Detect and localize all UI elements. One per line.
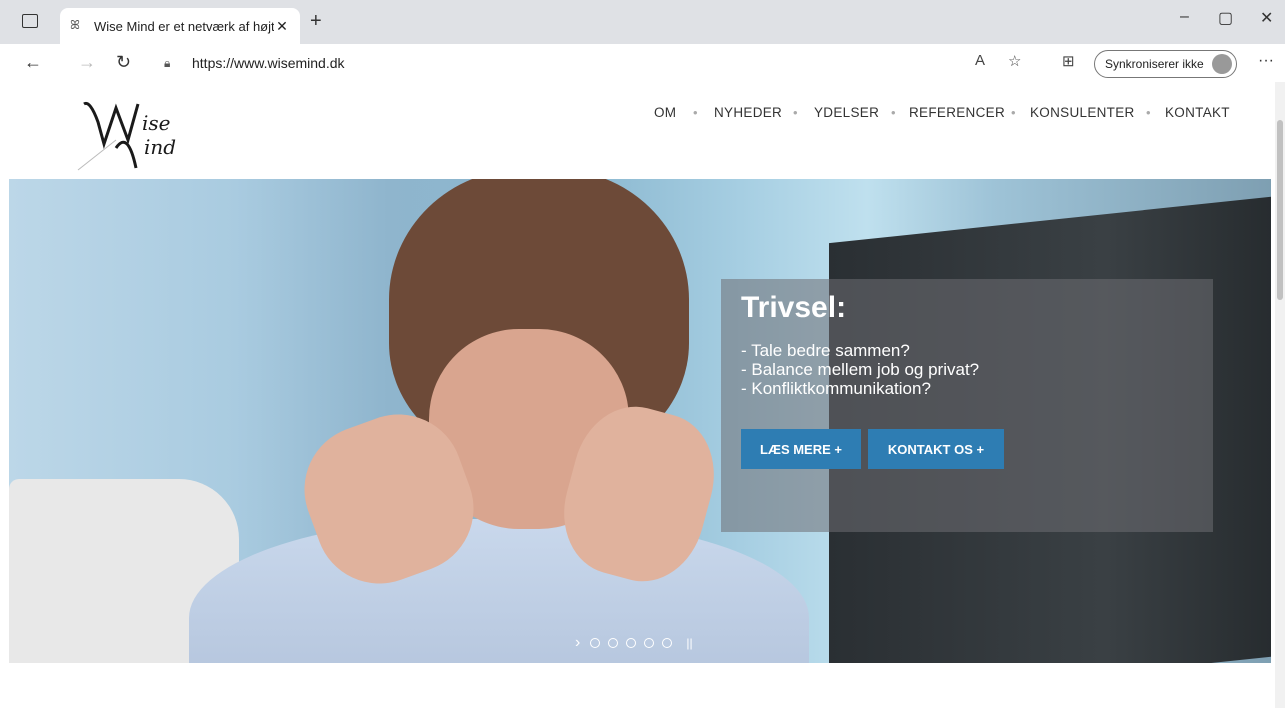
menu-separator: •	[793, 105, 798, 120]
site-logo[interactable]: ise ind	[76, 90, 186, 174]
svg-text:ind: ind	[144, 135, 176, 159]
address-bar-row: ← → ↻ 🔒︎ https://www.wisemind.dk A ☆ ⊞ S…	[0, 44, 1285, 83]
read-more-button[interactable]: LÆS MERE +	[741, 429, 861, 469]
slide-dot[interactable]	[626, 638, 637, 648]
hero-lines: - Tale bedre sammen? - Balance mellem jo…	[741, 341, 979, 398]
sync-button[interactable]: Synkroniserer ikke	[1094, 50, 1237, 78]
scrollbar-thumb[interactable]	[1277, 120, 1283, 300]
more-options-icon[interactable]: ···	[1258, 52, 1274, 70]
hero-image-person	[189, 519, 809, 663]
close-window-icon[interactable]: ✕	[1260, 8, 1273, 28]
menu-item-referencer[interactable]: REFERENCER	[909, 105, 1005, 120]
contact-us-button[interactable]: KONTAKT OS +	[868, 429, 1004, 469]
menu-separator: •	[1011, 105, 1016, 120]
hero-line: - Konfliktkommunikation?	[741, 379, 931, 398]
forward-icon[interactable]: →	[78, 52, 96, 73]
pause-icon[interactable]: ||	[686, 636, 692, 650]
collections-icon[interactable]: ⊞	[1062, 52, 1075, 70]
next-slide-icon[interactable]: ›	[575, 634, 580, 652]
menu-separator: •	[1146, 105, 1151, 120]
hero-slider: Trivsel: - Tale bedre sammen? - Balance …	[9, 179, 1271, 663]
browser-tab[interactable]: ꕤ Wise Mind er et netværk af højtu ✕	[60, 8, 300, 44]
hero-line: - Tale bedre sammen?	[741, 341, 910, 360]
minimize-icon[interactable]: –	[1180, 8, 1189, 26]
menu-item-nyheder[interactable]: NYHEDER	[714, 105, 782, 120]
menu-item-kontakt[interactable]: KONTAKT	[1165, 105, 1230, 120]
url-text: https://www.wisemind.dk	[192, 55, 345, 71]
slider-pagination: › ||	[575, 634, 693, 652]
site-favicon-icon: ꕤ	[70, 18, 80, 32]
favorite-icon[interactable]: ☆	[1008, 52, 1021, 70]
slide-dot[interactable]	[662, 638, 673, 648]
hero-line: - Balance mellem job og privat?	[741, 360, 980, 379]
hero-title: Trivsel:	[741, 291, 847, 324]
browser-tab-bar: ꕤ Wise Mind er et netværk af højtu ✕ + –…	[0, 0, 1285, 44]
profile-avatar	[1211, 54, 1232, 74]
new-tab-icon[interactable]: +	[310, 10, 322, 33]
menu-item-konsulenter[interactable]: KONSULENTER	[1030, 105, 1135, 120]
close-tab-icon[interactable]: ✕	[274, 18, 290, 35]
read-aloud-icon[interactable]: A	[975, 52, 985, 69]
sync-label: Synkroniserer ikke	[1105, 57, 1204, 71]
tab-title: Wise Mind er et netværk af højtu	[94, 18, 274, 34]
lock-icon: 🔒︎	[164, 55, 171, 70]
hero-caption-box: Trivsel: - Tale bedre sammen? - Balance …	[721, 279, 1213, 532]
slide-dot[interactable]	[644, 638, 655, 648]
menu-item-ydelser[interactable]: YDELSER	[814, 105, 879, 120]
refresh-icon[interactable]: ↻	[116, 52, 131, 73]
tab-actions-icon[interactable]	[22, 14, 38, 28]
slide-dot[interactable]	[590, 638, 601, 648]
main-menu: OM • NYHEDER • YDELSER • REFERENCER • KO…	[0, 105, 1285, 125]
back-icon[interactable]: ←	[24, 52, 42, 73]
page-scrollbar[interactable]	[1275, 82, 1285, 708]
restore-icon[interactable]: ▢	[1218, 8, 1233, 28]
slide-dot[interactable]	[608, 638, 619, 648]
site-header: ise ind OM • NYHEDER • YDELSER • REFEREN…	[0, 82, 1285, 179]
menu-item-om[interactable]: OM	[654, 105, 676, 120]
url-field[interactable]: 🔒︎ https://www.wisemind.dk	[152, 49, 1082, 77]
menu-separator: •	[693, 105, 698, 120]
menu-separator: •	[891, 105, 896, 120]
